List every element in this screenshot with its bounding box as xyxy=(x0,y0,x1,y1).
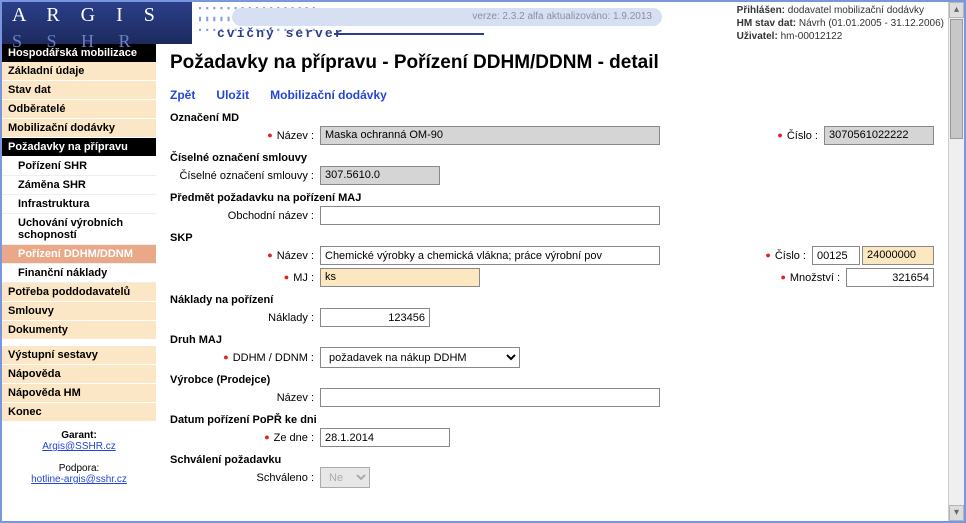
input-mnozstvi[interactable] xyxy=(846,268,934,287)
sidebar-sub-uchovani[interactable]: Uchování výrobních schopností xyxy=(2,214,156,245)
window-scrollbar[interactable]: ▴ ▾ xyxy=(948,2,964,521)
input-naklady[interactable] xyxy=(320,308,430,327)
field-cislo: 3070561022222 xyxy=(824,126,934,145)
section-oznaceni: Označení MD xyxy=(170,112,934,124)
action-zpet[interactable]: Zpět xyxy=(170,88,195,102)
field-skp-cislo2: 24000000 xyxy=(862,246,934,265)
section-schvaleni: Schválení požadavku xyxy=(170,454,934,466)
podpora-label: Podpora: xyxy=(59,463,100,474)
label-vyr-nazev: Název : xyxy=(170,392,320,404)
label-mnozstvi: Množství : xyxy=(780,272,846,284)
label-schvaleno: Schváleno : xyxy=(170,472,320,484)
scroll-down-icon[interactable]: ▾ xyxy=(949,505,964,521)
sidebar-item-stav[interactable]: Stav dat xyxy=(2,81,156,100)
podpora-link[interactable]: hotline-argis@sshr.cz xyxy=(31,474,127,485)
label-skp-cislo: Číslo : xyxy=(765,250,812,262)
action-ulozit[interactable]: Uložit xyxy=(216,88,249,102)
sidebar-item-vystupni[interactable]: Výstupní sestavy xyxy=(2,346,156,365)
sidebar-item-dokumenty[interactable]: Dokumenty xyxy=(2,321,156,340)
label-skp-nazev: Název : xyxy=(170,250,320,262)
section-cisml: Číselné označení smlouvy xyxy=(170,152,934,164)
scroll-up-icon[interactable]: ▴ xyxy=(949,2,964,18)
user-info: Přihlášen: dodavatel mobilizační dodávky… xyxy=(737,4,944,43)
section-vyrobce: Výrobce (Prodejce) xyxy=(170,374,934,386)
sidebar-sub-infra[interactable]: Infrastruktura xyxy=(2,195,156,214)
select-schvaleno: Ne xyxy=(320,467,370,488)
app-logo: A R G I S S S H R xyxy=(2,2,192,44)
sidebar-item-napoveda-hm[interactable]: Nápověda HM xyxy=(2,384,156,403)
page-title: Požadavky na přípravu - Pořízení DDHM/DD… xyxy=(170,52,934,74)
action-mobdod[interactable]: Mobilizační dodávky xyxy=(270,88,387,102)
label-mj: MJ : xyxy=(170,272,320,284)
sidebar-sub-porizeni-shr[interactable]: Pořízení SHR xyxy=(2,157,156,176)
sidebar-item-potreba[interactable]: Potřeba poddodavatelů xyxy=(2,283,156,302)
input-vyr-nazev[interactable] xyxy=(320,388,660,407)
input-zedne[interactable] xyxy=(320,428,450,447)
label-zedne: Ze dne : xyxy=(170,432,320,444)
sidebar-item-zakladni[interactable]: Základní údaje xyxy=(2,62,156,81)
input-skp-cislo1[interactable] xyxy=(812,246,860,265)
label-naklady: Náklady : xyxy=(170,312,320,324)
label-cisml: Číselné označení smlouvy : xyxy=(170,170,320,182)
sidebar-item-napoveda[interactable]: Nápověda xyxy=(2,365,156,384)
field-cisml: 307.5610.0 xyxy=(320,166,440,185)
sidebar-item-mobdod[interactable]: Mobilizační dodávky xyxy=(2,119,156,138)
sidebar-item-pozadavky[interactable]: Požadavky na přípravu xyxy=(2,138,156,157)
scroll-thumb[interactable] xyxy=(950,19,963,139)
label-ddhm: DDHM / DDNM : xyxy=(170,352,320,364)
garant-label: Garant: xyxy=(61,430,97,441)
sidebar-sub-porizeni-ddhm[interactable]: Pořízení DDHM/DDNM xyxy=(2,245,156,264)
input-skp-nazev[interactable] xyxy=(320,246,660,265)
label-nazev: Název : xyxy=(170,130,320,142)
section-skp: SKP xyxy=(170,232,934,244)
sidebar-sub-zamena[interactable]: Záměna SHR xyxy=(2,176,156,195)
section-datum: Datum pořízení PoPŘ ke dni xyxy=(170,414,934,426)
garant-link[interactable]: Argis@SSHR.cz xyxy=(42,441,116,452)
server-label: cvičný server xyxy=(217,26,484,41)
input-obchnazev[interactable] xyxy=(320,206,660,225)
label-cislo: Číslo : xyxy=(777,130,824,142)
select-ddhm[interactable]: požadavek na nákup DDHM xyxy=(320,347,520,368)
version-pill: verze: 2.3.2 alfa aktualizováno: 1.9.201… xyxy=(232,8,662,26)
section-predmet: Předmět požadavku na pořízení MAJ xyxy=(170,192,934,204)
section-druh: Druh MAJ xyxy=(170,334,934,346)
section-naklady: Náklady na pořízení xyxy=(170,294,934,306)
sidebar: Hospodářská mobilizace Základní údaje St… xyxy=(2,44,156,521)
field-nazev: Maska ochranná OM-90 xyxy=(320,126,660,145)
sidebar-item-konec[interactable]: Konec xyxy=(2,403,156,422)
sidebar-item-odberatele[interactable]: Odběratelé xyxy=(2,100,156,119)
label-obchnazev: Obchodní název : xyxy=(170,210,320,222)
field-mj: ks xyxy=(320,268,480,287)
sidebar-item-smlouvy[interactable]: Smlouvy xyxy=(2,302,156,321)
sidebar-sub-financni[interactable]: Finanční náklady xyxy=(2,264,156,283)
